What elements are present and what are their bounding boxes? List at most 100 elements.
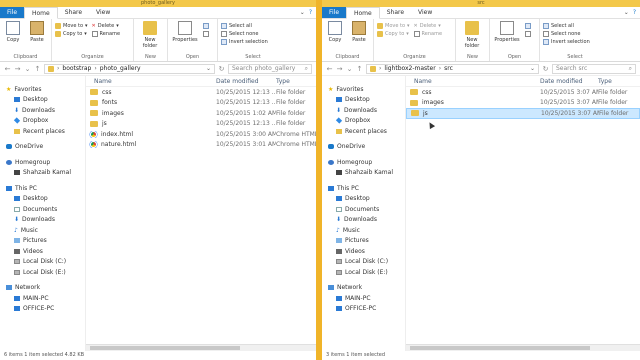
delete-button[interactable]: ✕ Delete ▾: [414, 23, 443, 29]
breadcrumb-item[interactable]: bootstrap: [62, 65, 91, 72]
breadcrumb-item[interactable]: photo_gallery: [100, 65, 141, 72]
column-name[interactable]: Name: [406, 78, 540, 85]
nav-pc-downloads[interactable]: ⬇ Downloads: [0, 215, 85, 226]
nav-main-pc[interactable]: MAIN-PC: [0, 293, 85, 304]
nav-user[interactable]: Shahzaib Kamal: [0, 168, 85, 179]
column-date[interactable]: Date modified: [216, 78, 276, 85]
search-input[interactable]: Search photo_gallery ⌕: [228, 63, 312, 74]
file-row[interactable]: js 10/25/2015 12:13 ... File folder: [86, 119, 316, 130]
recent-chevron-icon[interactable]: ⌄: [24, 65, 31, 73]
nav-this-pc[interactable]: This PC: [0, 183, 85, 194]
tab-file[interactable]: File: [0, 7, 24, 18]
tab-view[interactable]: View: [411, 7, 439, 18]
breadcrumb-item[interactable]: lightbox2-master: [384, 65, 435, 72]
nav-downloads[interactable]: ⬇ Downloads: [322, 105, 405, 116]
nav-music[interactable]: ♪ Music: [0, 225, 85, 236]
copy-to-button[interactable]: Copy to ▾: [377, 31, 410, 37]
new-folder-button[interactable]: New folder: [459, 21, 485, 53]
nav-favorites[interactable]: ★ Favorites: [0, 84, 85, 95]
help-icon[interactable]: ?: [309, 9, 312, 16]
file-row[interactable]: css 10/25/2015 3:07 AM File folder: [406, 87, 640, 98]
refresh-icon[interactable]: ↻: [218, 65, 225, 73]
nav-pc-downloads[interactable]: ⬇ Downloads: [322, 215, 405, 226]
breadcrumb-item[interactable]: src: [444, 65, 453, 72]
back-arrow-icon[interactable]: ←: [326, 65, 333, 73]
address-dropdown-icon[interactable]: ⌄: [206, 65, 211, 72]
nav-office-pc[interactable]: OFFICE-PC: [0, 304, 85, 315]
paste-button[interactable]: Paste: [27, 21, 47, 53]
nav-homegroup[interactable]: Homegroup: [322, 157, 405, 168]
nav-network[interactable]: Network: [322, 283, 405, 294]
back-arrow-icon[interactable]: ←: [4, 65, 11, 73]
nav-dropbox[interactable]: Dropbox: [322, 116, 405, 127]
nav-office-pc[interactable]: OFFICE-PC: [322, 304, 405, 315]
up-arrow-icon[interactable]: ↑: [356, 65, 363, 73]
nav-onedrive[interactable]: OneDrive: [322, 142, 405, 153]
recent-chevron-icon[interactable]: ⌄: [346, 65, 353, 73]
column-name[interactable]: Name: [86, 78, 216, 85]
column-type[interactable]: Type: [598, 78, 638, 85]
new-folder-button[interactable]: New folder: [137, 21, 163, 53]
tab-home[interactable]: Home: [346, 7, 380, 19]
file-row[interactable]: nature.html 10/25/2015 3:01 AM Chrome HTML: [86, 140, 316, 151]
nav-local-disk-e[interactable]: Local Disk (E:): [0, 267, 85, 278]
nav-music[interactable]: ♪ Music: [322, 225, 405, 236]
file-row[interactable]: images 10/25/2015 1:02 AM File folder: [86, 108, 316, 119]
nav-pictures[interactable]: Pictures: [0, 236, 85, 247]
horizontal-scrollbar[interactable]: [406, 344, 640, 351]
copy-button[interactable]: Copy: [325, 21, 345, 53]
invert-selection-button[interactable]: Invert selection: [543, 39, 590, 45]
forward-arrow-icon[interactable]: →: [336, 65, 343, 73]
tab-share[interactable]: Share: [58, 7, 89, 18]
nav-dropbox[interactable]: Dropbox: [0, 116, 85, 127]
tab-home[interactable]: Home: [24, 7, 58, 19]
nav-user[interactable]: Shahzaib Kamal: [322, 168, 405, 179]
scrollbar-thumb[interactable]: [410, 346, 590, 350]
file-row[interactable]: css 10/25/2015 12:13 ... File folder: [86, 87, 316, 98]
tab-share[interactable]: Share: [380, 7, 411, 18]
edit-icon[interactable]: [525, 31, 531, 37]
nav-pictures[interactable]: Pictures: [322, 236, 405, 247]
open-icon[interactable]: [203, 23, 209, 29]
address-dropdown-icon[interactable]: ⌄: [530, 65, 535, 72]
copy-to-button[interactable]: Copy to ▾: [55, 31, 88, 37]
nav-network[interactable]: Network: [0, 283, 85, 294]
move-to-button[interactable]: Move to ▾: [55, 23, 88, 29]
nav-local-disk-c[interactable]: Local Disk (C:): [322, 257, 405, 268]
tab-file[interactable]: File: [322, 7, 346, 18]
nav-videos[interactable]: Videos: [0, 246, 85, 257]
nav-main-pc[interactable]: MAIN-PC: [322, 293, 405, 304]
copy-button[interactable]: Copy: [3, 21, 23, 53]
nav-recent-places[interactable]: Recent places: [0, 126, 85, 137]
properties-button[interactable]: Properties: [171, 21, 199, 53]
open-icon[interactable]: [525, 23, 531, 29]
select-none-button[interactable]: Select none: [543, 31, 590, 37]
help-icon[interactable]: ?: [633, 9, 636, 16]
nav-favorites[interactable]: ★ Favorites: [322, 84, 405, 95]
horizontal-scrollbar[interactable]: [86, 344, 316, 351]
file-row[interactable]: fonts 10/25/2015 12:13 ... File folder: [86, 98, 316, 109]
move-to-button[interactable]: Move to ▾: [377, 23, 410, 29]
up-arrow-icon[interactable]: ↑: [34, 65, 41, 73]
rename-button[interactable]: Rename: [413, 31, 442, 37]
nav-this-pc[interactable]: This PC: [322, 183, 405, 194]
select-none-button[interactable]: Select none: [221, 31, 268, 37]
nav-videos[interactable]: Videos: [322, 246, 405, 257]
paste-button[interactable]: Paste: [349, 21, 369, 53]
nav-local-disk-c[interactable]: Local Disk (C:): [0, 257, 85, 268]
search-input[interactable]: Search src ⌕: [552, 63, 636, 74]
tab-view[interactable]: View: [89, 7, 117, 18]
column-type[interactable]: Type: [276, 78, 316, 85]
file-row[interactable]: index.html 10/25/2015 3:00 AM Chrome HTML: [86, 129, 316, 140]
nav-documents[interactable]: Documents: [0, 204, 85, 215]
select-all-button[interactable]: Select all: [221, 23, 268, 29]
nav-pc-desktop[interactable]: Desktop: [0, 194, 85, 205]
chevron-down-icon[interactable]: ⌄: [624, 9, 629, 16]
nav-documents[interactable]: Documents: [322, 204, 405, 215]
chevron-down-icon[interactable]: ⌄: [300, 9, 305, 16]
edit-icon[interactable]: [203, 31, 209, 37]
address-bar[interactable]: › lightbox2-master › src ⌄: [366, 63, 539, 74]
delete-button[interactable]: ✕ Delete ▾: [92, 23, 121, 29]
address-bar[interactable]: › bootstrap › photo_gallery ⌄: [44, 63, 215, 74]
nav-desktop[interactable]: Desktop: [322, 95, 405, 106]
